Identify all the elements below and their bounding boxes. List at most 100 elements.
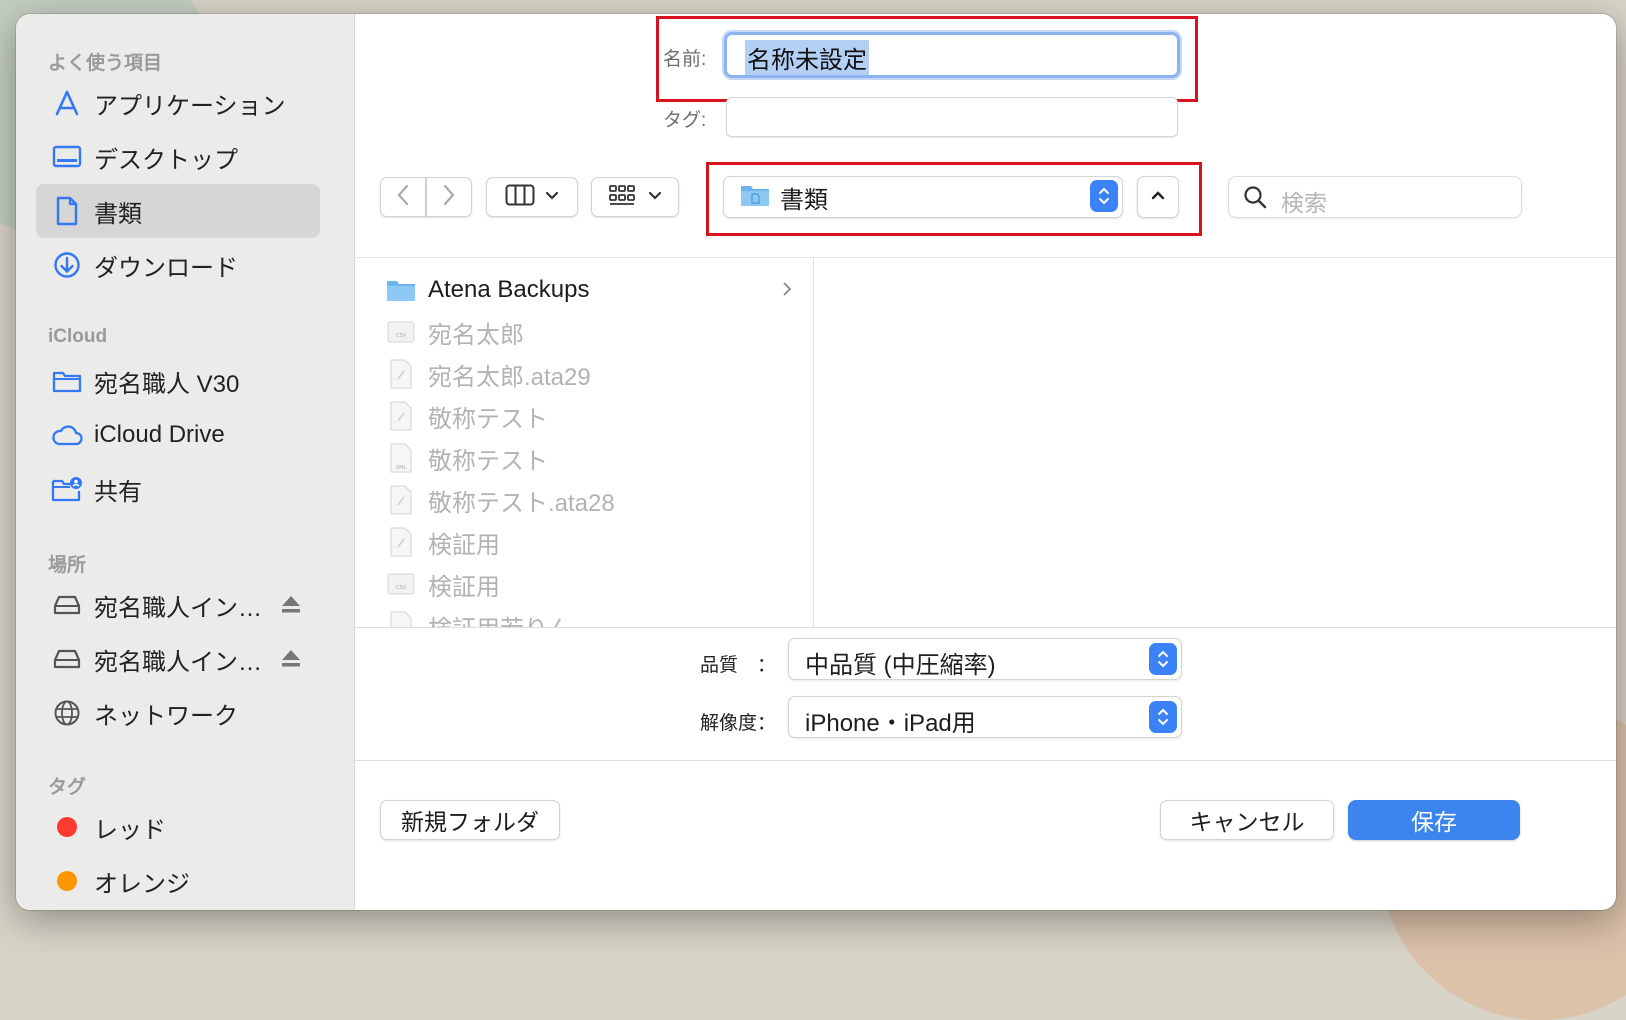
highlight-box-name bbox=[656, 16, 1198, 102]
sidebar-section-locations: 場所 bbox=[48, 555, 87, 576]
file-name: 検証用 bbox=[428, 531, 500, 559]
file-row: 検証用若りん bbox=[354, 605, 812, 627]
save-label: 保存 bbox=[1411, 809, 1457, 835]
file-row: 宛名太郎.ata29 bbox=[354, 353, 812, 395]
tag-label: タグ: bbox=[663, 110, 707, 131]
sidebar-item-desktop[interactable]: デスクトップ bbox=[36, 130, 320, 184]
chevron-left-icon bbox=[396, 184, 410, 211]
csv-file-icon: CSV bbox=[386, 569, 416, 599]
file-row: 敬称テスト.ata28 bbox=[354, 479, 812, 521]
column-divider[interactable] bbox=[813, 258, 814, 628]
file-name: 敬称テスト bbox=[428, 405, 548, 433]
folder-icon bbox=[386, 275, 416, 305]
tag-field[interactable] bbox=[726, 97, 1178, 137]
document-file-icon bbox=[386, 527, 416, 557]
sidebar-item-label: ネットワーク bbox=[94, 702, 238, 730]
sidebar-item-icloud-drive[interactable]: iCloud Drive bbox=[36, 408, 320, 462]
sidebar-item-label: 宛名職人イン… bbox=[94, 594, 262, 622]
file-row: CSV 宛名太郎 bbox=[354, 311, 812, 353]
folder-icon bbox=[50, 364, 84, 398]
csv-file-icon: CSV bbox=[386, 317, 416, 347]
sidebar-section-tags: タグ bbox=[48, 777, 87, 798]
drive-icon bbox=[50, 642, 84, 676]
resolution-select[interactable]: iPhone・iPad用 bbox=[788, 696, 1182, 738]
document-file-icon bbox=[386, 611, 416, 627]
file-row: CSV 検証用 bbox=[354, 563, 812, 605]
chevron-down-icon bbox=[648, 188, 662, 206]
document-file-icon bbox=[386, 485, 416, 515]
file-name: 宛名太郎 bbox=[428, 321, 524, 349]
sidebar-section-favorites: よく使う項目 bbox=[48, 53, 163, 74]
quality-select[interactable]: 中品質 (中圧縮率) bbox=[788, 638, 1182, 680]
svg-text:CSV: CSV bbox=[396, 333, 407, 339]
sidebar-item-label: レッド bbox=[94, 816, 166, 844]
cloud-icon bbox=[50, 418, 84, 452]
sidebar-item-drive-2[interactable]: 宛名職人イン… bbox=[36, 632, 320, 686]
tag-dot-icon bbox=[50, 810, 84, 844]
sidebar-item-tag-red[interactable]: レッド bbox=[36, 800, 320, 854]
sidebar-item-applications[interactable]: アプリケーション bbox=[36, 76, 320, 130]
back-button[interactable] bbox=[380, 177, 426, 217]
sidebar-item-drive-1[interactable]: 宛名職人イン… bbox=[36, 578, 320, 632]
sidebar-item-label: オレンジ bbox=[94, 870, 190, 898]
group-button[interactable] bbox=[591, 177, 679, 217]
svg-text:XML: XML bbox=[396, 465, 407, 471]
chevron-right-icon bbox=[442, 184, 456, 211]
sidebar-item-network[interactable]: ネットワーク bbox=[36, 686, 320, 740]
file-row-atena-backups[interactable]: Atena Backups bbox=[354, 269, 812, 311]
resolution-label: 解像度： bbox=[700, 713, 777, 734]
sidebar-item-tag-orange[interactable]: オレンジ bbox=[36, 854, 320, 908]
file-name: 宛名太郎.ata29 bbox=[428, 363, 591, 391]
chevron-right-icon bbox=[782, 277, 792, 303]
chevron-down-icon bbox=[545, 188, 559, 206]
sidebar-item-shared[interactable]: 共有 bbox=[36, 462, 320, 516]
eject-icon[interactable] bbox=[280, 594, 302, 619]
sidebar-item-label: iCloud Drive bbox=[94, 421, 225, 448]
cancel-label: キャンセル bbox=[1189, 809, 1305, 835]
file-name: Atena Backups bbox=[428, 276, 590, 303]
quality-value: 中品質 (中圧縮率) bbox=[805, 652, 996, 679]
new-folder-label: 新規フォルダ bbox=[401, 809, 539, 835]
file-list: Atena Backups CSV 宛名太郎 宛名太郎.ata29 敬称テスト bbox=[354, 258, 812, 627]
search-field[interactable]: 検索 bbox=[1228, 176, 1522, 218]
sidebar-item-label: 宛名職人 V30 bbox=[94, 370, 240, 398]
resolution-value: iPhone・iPad用 bbox=[805, 710, 976, 737]
grid-icon bbox=[608, 183, 636, 212]
search-icon bbox=[1243, 185, 1267, 214]
desktop-icon bbox=[50, 140, 84, 174]
sidebar-item-label: アプリケーション bbox=[94, 92, 286, 120]
document-icon bbox=[50, 194, 84, 228]
popup-arrows-icon bbox=[1149, 643, 1177, 675]
columns-view-icon bbox=[505, 184, 535, 211]
file-name: 敬称テスト.ata28 bbox=[428, 489, 615, 517]
file-row: 敬称テスト bbox=[354, 395, 812, 437]
sidebar-item-atena-v30[interactable]: 宛名職人 V30 bbox=[36, 354, 320, 408]
divider bbox=[354, 627, 1616, 628]
sidebar-item-label: 共有 bbox=[94, 478, 142, 506]
file-row: 検証用 bbox=[354, 521, 812, 563]
forward-button[interactable] bbox=[426, 177, 472, 217]
drive-icon bbox=[50, 588, 84, 622]
file-name: 検証用 bbox=[428, 573, 500, 601]
tag-dot-icon bbox=[50, 864, 84, 898]
xml-file-icon: XML bbox=[386, 443, 416, 473]
sidebar-section-icloud: iCloud bbox=[48, 326, 108, 347]
sidebar-item-label: 書類 bbox=[94, 200, 142, 228]
save-button[interactable]: 保存 bbox=[1348, 800, 1520, 840]
document-file-icon bbox=[386, 359, 416, 389]
divider bbox=[354, 760, 1616, 761]
sidebar-item-label: ダウンロード bbox=[94, 254, 238, 282]
new-folder-button[interactable]: 新規フォルダ bbox=[380, 800, 560, 840]
sidebar-item-label: デスクトップ bbox=[94, 146, 238, 174]
svg-text:CSV: CSV bbox=[396, 585, 407, 591]
sidebar-item-documents[interactable]: 書類 bbox=[36, 184, 320, 238]
network-icon bbox=[50, 696, 84, 730]
view-mode-button[interactable] bbox=[486, 177, 578, 217]
file-row: XML 敬称テスト bbox=[354, 437, 812, 479]
popup-arrows-icon bbox=[1149, 701, 1177, 733]
eject-icon[interactable] bbox=[280, 648, 302, 673]
save-dialog: よく使う項目 アプリケーション デスクトップ 書類 ダウンロード iCloud … bbox=[16, 14, 1616, 910]
cancel-button[interactable]: キャンセル bbox=[1160, 800, 1334, 840]
file-name: 検証用若りん bbox=[428, 609, 572, 628]
sidebar-item-downloads[interactable]: ダウンロード bbox=[36, 238, 320, 292]
